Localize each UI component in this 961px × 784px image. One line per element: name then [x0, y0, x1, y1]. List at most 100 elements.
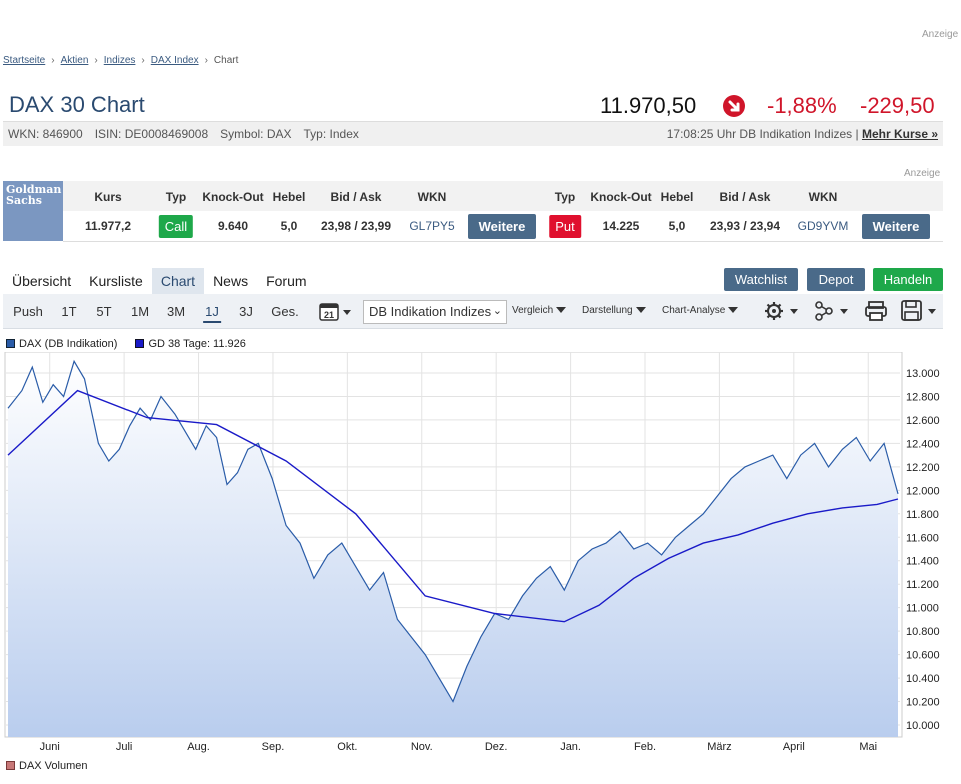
share-icon[interactable] [813, 300, 851, 327]
vergleich-label: Vergleich [512, 305, 554, 316]
header-typ-put: Typ [554, 190, 576, 204]
header-hebel-put: Hebel [660, 190, 694, 204]
y-tick-label: 10.400 [906, 673, 940, 685]
header-typ: Typ [165, 190, 187, 204]
time-info: 17:08:25 Uhr DB Indikation Indizes | [666, 127, 859, 141]
current-price: 11.970,50 [600, 93, 697, 118]
tab-news[interactable]: News [204, 268, 257, 294]
caret-down-icon [635, 307, 646, 314]
handeln-button[interactable]: Handeln [873, 268, 943, 291]
range-push[interactable]: Push [13, 304, 43, 319]
x-tick-label: Mai [859, 741, 877, 753]
darstellung-label: Darstellung [582, 305, 633, 316]
legend-gd38[interactable]: GD 38 Tage: 11.926 [135, 338, 246, 350]
page-title: DAX 30 Chart [9, 92, 145, 117]
legend-dax-label: DAX (DB Indikation) [19, 338, 118, 350]
put-badge[interactable]: Put [549, 215, 581, 238]
darstellung-dropdown[interactable]: Darstellung [582, 305, 646, 316]
x-tick-label: Juni [40, 741, 60, 753]
range-3m[interactable]: 3M [167, 304, 185, 319]
y-tick-label: 11.400 [906, 556, 939, 568]
call-badge[interactable]: Call [158, 215, 194, 238]
x-tick-label: April [783, 741, 805, 753]
x-tick-label: Okt. [337, 741, 357, 753]
y-tick-label: 10.600 [906, 650, 940, 662]
print-icon[interactable] [864, 300, 888, 327]
chart-toolbar: Push 1T 5T 1M 3M 1J 3J Ges. 21 DB Indika… [3, 294, 943, 329]
header-wkn-put: WKN [808, 190, 838, 204]
ad-label-top: Anzeige [922, 29, 959, 40]
calendar-label: 21 [324, 310, 334, 320]
x-tick-label: Dez. [485, 741, 508, 753]
header-kurs: Kurs [94, 190, 122, 204]
breadcrumb-indizes[interactable]: Indizes [104, 55, 136, 66]
legend-dax[interactable]: DAX (DB Indikation) [6, 338, 117, 350]
y-tick-label: 12.600 [906, 415, 940, 427]
derivatives-table: Kurs Typ Knock-Out Hebel Bid / Ask WKN T… [63, 181, 943, 242]
vergleich-dropdown[interactable]: Vergleich [512, 305, 567, 316]
source-select[interactable]: DB Indikation Indizes ⌄ [363, 300, 507, 324]
tab-forum[interactable]: Forum [257, 268, 315, 294]
legend-gd38-label: GD 38 Tage: 11.926 [148, 338, 246, 350]
put-knockout: 14.225 [602, 219, 640, 233]
x-tick-label: Sep. [262, 741, 285, 753]
call-knockout: 9.640 [217, 219, 249, 233]
y-tick-label: 10.800 [906, 626, 940, 638]
tab-chart[interactable]: Chart [151, 268, 205, 294]
x-tick-label: Jan. [560, 741, 581, 753]
wkn-text: WKN: 846900 [8, 127, 83, 141]
header-knockout: Knock-Out [202, 190, 264, 204]
calendar-icon[interactable]: 21 [319, 302, 353, 327]
caret-down-icon [556, 307, 567, 314]
y-tick-label: 10.000 [906, 720, 940, 732]
range-ges[interactable]: Ges. [271, 304, 298, 319]
change-absolute: -229,50 [860, 93, 935, 118]
y-tick-label: 12.400 [906, 438, 940, 450]
breadcrumb-startseite[interactable]: Startseite [3, 55, 45, 66]
call-wkn[interactable]: GL7PY5 [409, 219, 454, 233]
range-1m[interactable]: 1M [131, 304, 149, 319]
x-tick-label: Aug. [187, 741, 210, 753]
range-5t[interactable]: 5T [96, 304, 111, 319]
breadcrumb: Startseite › Aktien › Indizes › DAX Index › … [3, 55, 239, 66]
dax-chart[interactable]: 13.000 12.800 12.600 12.400 12.200 12.000 11.8… [3, 352, 948, 757]
caret-down-icon [728, 307, 739, 314]
breadcrumb-dax-index[interactable]: DAX Index [151, 55, 199, 66]
tab-bar: Übersicht Kursliste Chart News Forum [3, 268, 316, 294]
tab-uebersicht[interactable]: Übersicht [3, 268, 80, 294]
gear-icon[interactable] [763, 300, 801, 327]
breadcrumb-aktien[interactable]: Aktien [61, 55, 89, 66]
legend-swatch [135, 339, 145, 348]
x-tick-label: Feb. [634, 741, 656, 753]
x-tick-label: Juli [116, 741, 133, 753]
save-icon[interactable] [900, 300, 940, 327]
call-weitere-button[interactable]: Weitere [468, 214, 536, 239]
chart-analyse-dropdown[interactable]: Chart-Analyse [662, 305, 739, 316]
y-tick-label: 12.800 [906, 391, 940, 403]
watchlist-button[interactable]: Watchlist [724, 268, 798, 291]
x-tick-label: Nov. [411, 741, 433, 753]
isin-text: ISIN: DE0008469008 [94, 127, 209, 141]
y-tick-label: 11.000 [906, 603, 939, 615]
chevron-down-icon: ⌄ [492, 305, 502, 317]
depot-button[interactable]: Depot [807, 268, 865, 291]
range-3j[interactable]: 3J [239, 304, 253, 319]
tab-kursliste[interactable]: Kursliste [80, 268, 152, 294]
range-1j[interactable]: 1J [203, 304, 221, 323]
derivatives-row: 11.977,2 Call 9.640 5,0 23,98 / 23,99 GL… [63, 211, 943, 242]
header-knockout-put: Knock-Out [590, 190, 652, 204]
chart-legend: DAX (DB Indikation) GD 38 Tage: 11.926 [6, 338, 246, 350]
symbol-text: Symbol: DAX [220, 127, 292, 141]
derivatives-header: Kurs Typ Knock-Out Hebel Bid / Ask WKN T… [63, 181, 943, 211]
more-quotes-link[interactable]: Mehr Kurse » [862, 127, 938, 141]
analyse-label: Chart-Analyse [662, 305, 726, 316]
kurs-value: 11.977,2 [84, 219, 132, 233]
put-weitere-button[interactable]: Weitere [862, 214, 930, 239]
put-wkn[interactable]: GD9YVM [798, 219, 849, 233]
y-tick-label: 10.200 [906, 697, 940, 709]
range-1t[interactable]: 1T [61, 304, 76, 319]
volume-legend: DAX Volumen [6, 760, 87, 772]
breadcrumb-current: Chart [213, 55, 239, 66]
goldman-sachs-logo[interactable]: Goldman Sachs [3, 181, 63, 241]
typ-text: Typ: Index [303, 127, 359, 141]
